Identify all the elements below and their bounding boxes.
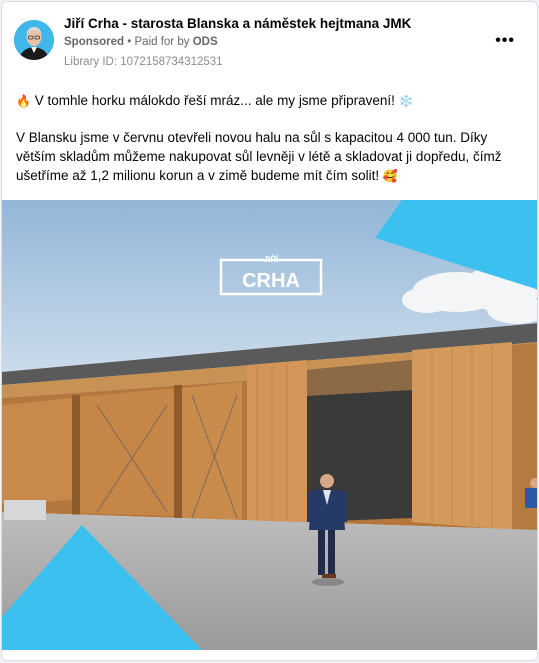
ad-image[interactable]: JIŘÍ CRHA: [2, 200, 537, 650]
salt-hall-photo: JIŘÍ CRHA: [2, 200, 537, 650]
logo-main-text: CRHA: [242, 270, 300, 292]
sponsor-line: Sponsored • Paid for by ODS: [64, 36, 218, 48]
wooden-panels-left: [2, 382, 242, 520]
avatar-portrait-icon: [14, 20, 54, 60]
post-header: Jiří Crha - starosta Blanska a náměstek …: [2, 2, 537, 82]
smile-emoji: 🥰: [382, 169, 398, 183]
sliding-door-right: [412, 342, 512, 530]
concrete-block: [4, 500, 46, 520]
post-text-headline: V tomhle horku málokdo řeší mráz... ale …: [34, 93, 395, 108]
post-text-line1: 🔥 V tomhle horku málokdo řeší mráz... al…: [16, 91, 525, 111]
avatar[interactable]: [14, 20, 54, 60]
post-text-paragraph: V Blansku jsme v červnu otevřeli novou h…: [16, 128, 525, 186]
paid-for-label: Paid for by: [134, 36, 190, 48]
logo-top-text: JIŘÍ: [264, 255, 279, 264]
more-options-icon[interactable]: •••: [495, 32, 515, 50]
author-name[interactable]: Jiří Crha - starosta Blanska a náměstek …: [64, 16, 411, 31]
meta-separator: •: [127, 36, 132, 48]
ad-card: Jiří Crha - starosta Blanska a náměstek …: [1, 1, 538, 661]
snowflake-emoji: ❄️: [398, 94, 414, 108]
post-text-body: V Blansku jsme v červnu otevřeli novou h…: [16, 130, 502, 183]
sponsored-label: Sponsored: [64, 36, 125, 48]
fire-emoji: 🔥: [16, 94, 31, 108]
library-id: Library ID: 1072158734312531: [64, 56, 223, 68]
paid-for-by-name[interactable]: ODS: [193, 36, 218, 48]
sliding-door-left: [247, 360, 307, 525]
